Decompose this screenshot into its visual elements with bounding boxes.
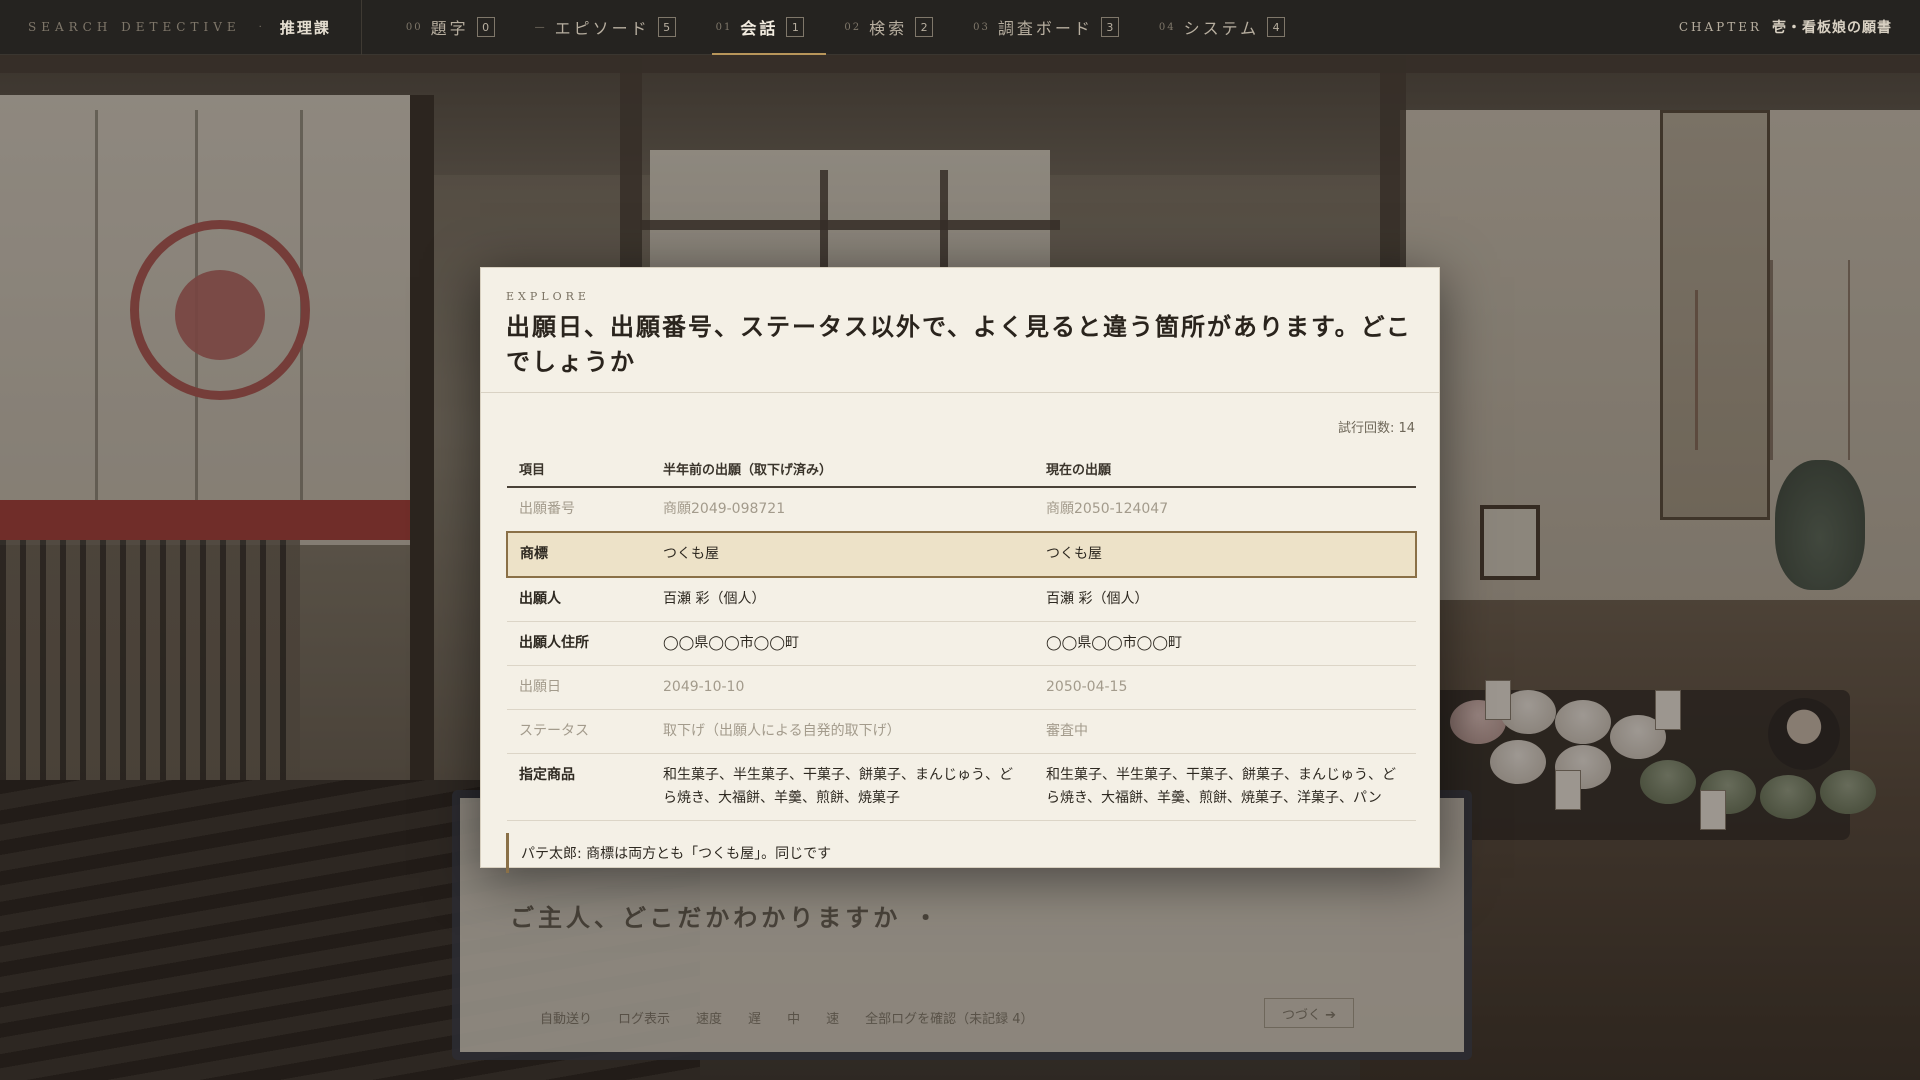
previous-value: 2049-10-10 [651,665,1034,710]
current-value: 和生菓子、半生菓子、干菓子、餅菓子、まんじゅう、どら焼き、大福餅、羊羹、煎餅、焼… [1034,753,1416,821]
row-label: 商標 [506,531,651,578]
shortcut-key-badge: 1 [786,17,805,37]
chapter-indicator: CHAPTER 壱・看板娘の願書 [1679,17,1920,37]
previous-value: 和生菓子、半生菓子、干菓子、餅菓子、まんじゅう、どら焼き、大福餅、羊羹、煎餅、焼… [651,753,1034,821]
tab-number: 02 [844,21,862,33]
current-value: 商願2050-124047 [1034,487,1416,533]
tab-label: エピソード [554,19,650,38]
brand-title-en: SEARCH DETECTIVE [28,20,241,34]
previous-value: つくも屋 [651,531,1034,578]
current-value: 2050-04-15 [1034,665,1416,710]
comparison-table: 項目 半年前の出願（取下げ済み） 現在の出願 出願番号 商願2049-09872… [506,451,1417,821]
attempt-counter: 試行回数: 14 [1337,421,1415,436]
modal-body: 試行回数: 14 項目 半年前の出願（取下げ済み） 現在の出願 出願番号 商願2… [481,393,1439,873]
column-header-item: 項目 [507,451,651,488]
table-row-applicant[interactable]: 出願人 百瀬 彩（個人） 百瀬 彩（個人） [507,577,1416,622]
row-label: 出願人住所 [507,621,651,666]
brand: SEARCH DETECTIVE · 推理課 [0,0,362,55]
tab-label: 検索 [869,19,908,38]
table-row-status[interactable]: ステータス 取下げ（出願人による自発的取下げ） 審査中 [507,709,1416,754]
brand-title-jp: 推理課 [279,18,331,37]
explore-modal: EXPLORE 出願日、出願番号、ステータス以外で、よく見ると違う箇所があります… [480,267,1440,873]
chapter-title: 壱・看板娘の願書 [1772,20,1892,36]
tab-conversation[interactable]: 01 会話 1 [711,0,827,55]
nav-tabs: 00 題字 0 — エピソード 5 01 会話 1 02 検索 2 03 調査ボ… [402,0,1321,55]
table-row-designated-goods[interactable]: 指定商品 和生菓子、半生菓子、干菓子、餅菓子、まんじゅう、どら焼き、大福餅、羊羹… [507,753,1416,821]
chapter-label-en: CHAPTER [1678,20,1762,34]
tab-number: 01 [715,21,733,33]
tab-number: 00 [405,21,423,33]
shortcut-key-badge: 4 [1267,17,1286,37]
row-label: 出願人 [507,577,651,622]
tab-number: 04 [1158,21,1176,33]
row-label: 指定商品 [507,753,651,821]
previous-value: 取下げ（出願人による自発的取下げ） [651,709,1034,754]
tab-number: 03 [973,21,990,33]
row-label: 出願番号 [507,487,651,533]
modal-header: EXPLORE 出願日、出願番号、ステータス以外で、よく見ると違う箇所があります… [481,268,1439,393]
table-row-application-number[interactable]: 出願番号 商願2049-098721 商願2050-124047 [507,487,1416,533]
current-value: 百瀬 彩（個人） [1034,577,1416,622]
tab-label: 題字 [430,19,469,38]
question-text: 出願日、出願番号、ステータス以外で、よく見ると違う箇所があります。どこでしょうか [506,312,1412,376]
brand-separator: · [258,21,262,33]
tab-system[interactable]: 04 システム 4 [1155,0,1307,55]
tab-title[interactable]: 00 題字 0 [402,0,517,55]
modal-eyebrow: EXPLORE [506,290,590,303]
previous-value: 商願2049-098721 [651,487,1034,533]
tab-label: システム [1183,19,1260,38]
table-row-applicant-address[interactable]: 出願人住所 ◯◯県◯◯市◯◯町 ◯◯県◯◯市◯◯町 [507,621,1416,666]
table-header-row: 項目 半年前の出願（取下げ済み） 現在の出願 [507,451,1416,488]
shortcut-key-badge: 2 [915,17,934,37]
current-value: ◯◯県◯◯市◯◯町 [1034,621,1416,666]
current-value: 審査中 [1034,709,1416,754]
tab-label: 会話 [740,19,779,38]
feedback-message: パテ太郎: 商標は両方とも「つくも屋」。同じです [506,833,1415,873]
column-header-previous: 半年前の出願（取下げ済み） [651,451,1034,488]
top-nav-bar: SEARCH DETECTIVE · 推理課 00 題字 0 — エピソード 5… [0,0,1920,55]
table-row-trademark[interactable]: 商標 つくも屋 つくも屋 [506,531,1417,578]
row-label: 出願日 [507,665,651,710]
previous-value: 百瀬 彩（個人） [651,577,1034,622]
shortcut-key-badge: 0 [476,17,495,37]
shortcut-key-badge: 5 [657,17,676,37]
column-header-current: 現在の出願 [1034,451,1416,488]
table-row-filing-date[interactable]: 出願日 2049-10-10 2050-04-15 [507,665,1416,710]
tab-number: — [534,21,547,33]
current-value: つくも屋 [1034,531,1417,578]
tab-investigation-board[interactable]: 03 調査ボード 3 [969,0,1141,55]
tab-episode[interactable]: — エピソード 5 [531,0,698,55]
row-label: ステータス [507,709,651,754]
tab-label: 調査ボード [997,19,1093,38]
tab-search[interactable]: 02 検索 2 [840,0,955,55]
previous-value: ◯◯県◯◯市◯◯町 [651,621,1034,666]
shortcut-key-badge: 3 [1100,17,1119,37]
